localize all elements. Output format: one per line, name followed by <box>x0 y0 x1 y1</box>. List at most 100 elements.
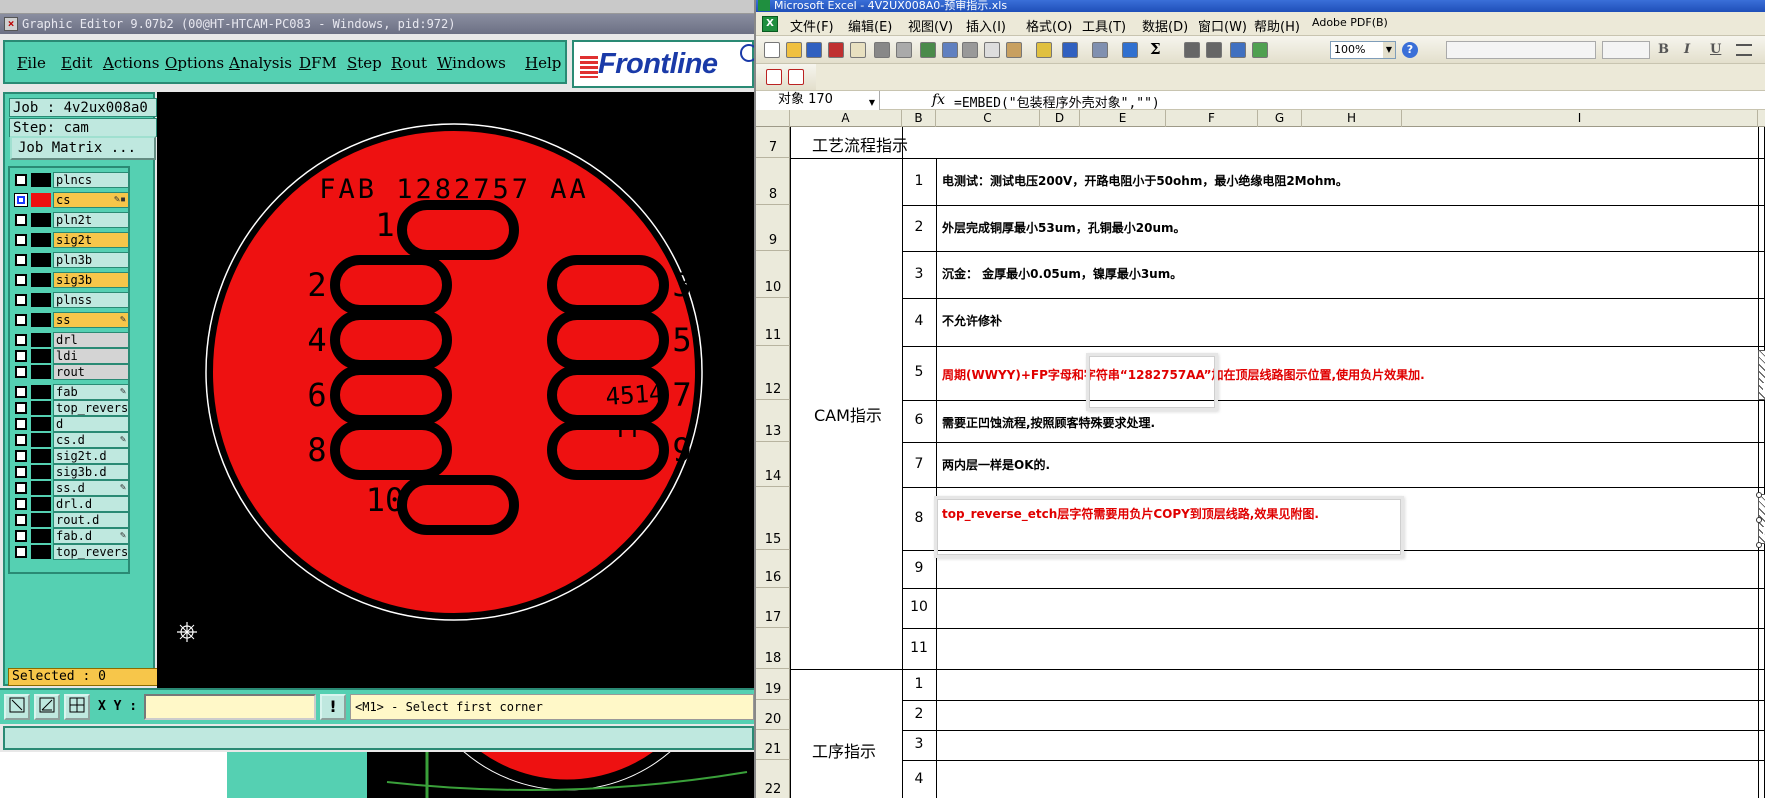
layer-checkbox[interactable] <box>15 254 27 266</box>
excel-menu-window[interactable]: 窗口(W) <box>1198 16 1247 35</box>
layer-checkbox[interactable] <box>15 174 27 186</box>
layer-name[interactable]: rout.d <box>53 512 129 528</box>
layer-name[interactable]: top_reverse_ <box>53 400 129 416</box>
row-header[interactable]: 15 <box>756 487 790 550</box>
layer-checkbox[interactable] <box>15 466 27 478</box>
layer-name[interactable]: sig2t.d <box>53 448 129 464</box>
cam-item-text[interactable]: 电测试：测试电压200V，开路电阻小于50ohm，最小绝缘电阻2Mohm。 <box>942 172 1348 189</box>
excel-menu-file[interactable]: 文件(F) <box>790 16 834 35</box>
layer-row[interactable]: plncs <box>13 172 129 188</box>
layer-checkbox[interactable] <box>15 418 27 430</box>
section-header-process-flow[interactable]: 工艺流程指示 <box>812 132 908 156</box>
excel-menu-edit[interactable]: 编辑(E) <box>848 16 892 35</box>
layer-row[interactable]: plnss <box>13 292 129 308</box>
pad-6[interactable] <box>330 365 452 425</box>
menu-help[interactable]: Help <box>525 54 561 72</box>
row-header[interactable]: 7 <box>756 127 790 158</box>
permission-icon[interactable] <box>828 42 844 58</box>
open-icon[interactable] <box>786 42 802 58</box>
layer-checkbox[interactable] <box>15 334 27 346</box>
layer-checkbox[interactable] <box>15 546 27 558</box>
layer-name[interactable]: pln2t <box>53 212 129 228</box>
section-label-cam[interactable]: CAM指示 <box>814 402 882 426</box>
layer-row[interactable]: sig2t.d <box>13 448 129 464</box>
row-header[interactable]: 22 <box>756 760 790 798</box>
cam-item-text[interactable]: 不允许修补 <box>942 312 1002 329</box>
zoom-select[interactable]: 100% ▼ <box>1330 41 1396 59</box>
autosum-icon[interactable]: Σ <box>1150 40 1166 58</box>
layer-row[interactable]: top_reverse_ <box>13 544 129 560</box>
excel-menu-help[interactable]: 帮助(H) <box>1254 16 1300 35</box>
research-icon[interactable] <box>942 42 958 58</box>
layer-checkbox[interactable] <box>15 514 27 526</box>
excel-menu-pdf[interactable]: Adobe PDF(B) <box>1312 16 1388 29</box>
layer-name[interactable]: sig3b <box>53 272 129 288</box>
row-header[interactable]: 8 <box>756 158 790 205</box>
layer-checkbox[interactable] <box>15 274 27 286</box>
menu-options[interactable]: Options <box>165 54 224 72</box>
cam-item-text[interactable]: 沉金： 金厚最小0.05um，镍厚最小3um。 <box>942 265 1182 282</box>
layer-name[interactable]: pln3b <box>53 252 129 268</box>
paste-icon[interactable] <box>1006 42 1022 58</box>
layer-name[interactable]: ss.d ✎ <box>53 480 129 496</box>
underline-icon[interactable]: U <box>1710 42 1721 57</box>
row-header[interactable]: 9 <box>756 205 790 251</box>
snap-grid-button[interactable] <box>64 694 90 720</box>
layer-row[interactable]: top_reverse_ <box>13 400 129 416</box>
menu-actions[interactable]: Actions <box>103 54 159 72</box>
copy-icon[interactable] <box>984 42 1000 58</box>
layer-row[interactable]: d <box>13 416 129 432</box>
excel-menu-data[interactable]: 数据(D) <box>1142 16 1188 35</box>
row-header[interactable]: 13 <box>756 400 790 442</box>
layer-checkbox[interactable] <box>15 366 27 378</box>
menu-rout[interactable]: Rout <box>391 54 427 72</box>
email-icon[interactable] <box>850 42 866 58</box>
layer-row[interactable]: drl.d <box>13 496 129 512</box>
cam-item-text[interactable]: 需要正凹蚀流程,按照顾客特殊要求处理. <box>942 414 1155 431</box>
row-header[interactable]: 16 <box>756 550 790 588</box>
layer-row[interactable]: sig3b <box>13 272 129 288</box>
layer-row[interactable]: drl <box>13 332 129 348</box>
cam-item-number[interactable]: 11 <box>902 640 936 656</box>
cam-item-number[interactable]: 5 <box>902 364 936 380</box>
layer-checkbox[interactable] <box>15 350 27 362</box>
row-header[interactable]: 11 <box>756 298 790 346</box>
cam-item-number[interactable]: 3 <box>902 266 936 282</box>
layer-checkbox[interactable] <box>15 386 27 398</box>
row-header[interactable]: 18 <box>756 628 790 669</box>
pdf-mail-icon[interactable] <box>788 69 804 85</box>
pad-1[interactable] <box>397 200 519 260</box>
layer-name[interactable]: ss ✎ <box>53 312 129 328</box>
cam-item-number[interactable]: 7 <box>902 456 936 472</box>
row-header[interactable]: 17 <box>756 588 790 628</box>
layer-row[interactable]: rout.d <box>13 512 129 528</box>
cut-icon[interactable] <box>962 42 978 58</box>
layer-name[interactable]: fab.d ✎ <box>53 528 129 544</box>
layer-row[interactable]: cs ✎▪ <box>13 192 129 208</box>
layer-checkbox[interactable] <box>15 498 27 510</box>
menu-dfm[interactable]: DFM <box>299 54 337 72</box>
layer-row[interactable]: ldi <box>13 348 129 364</box>
excel-menu-view[interactable]: 视图(V) <box>908 16 953 35</box>
alert-button[interactable]: ! <box>320 694 346 720</box>
layer-name[interactable]: plnss <box>53 292 129 308</box>
column-header-f[interactable]: F <box>1166 110 1258 127</box>
layer-checkbox[interactable] <box>15 294 27 306</box>
new-icon[interactable] <box>764 42 780 58</box>
graphic-editor-titlebar[interactable]: × Graphic Editor 9.07b2 (00@HT-HTCAM-PC0… <box>0 14 754 34</box>
bold-icon[interactable]: B <box>1658 42 1669 57</box>
italic-icon[interactable]: I <box>1684 42 1690 57</box>
layer-row[interactable]: sig2t <box>13 232 129 248</box>
cam-item-number[interactable]: 8 <box>902 510 936 526</box>
layer-checkbox[interactable] <box>14 193 28 207</box>
column-header-a[interactable]: A <box>790 110 902 127</box>
pad-3[interactable] <box>547 255 669 315</box>
cam-item-text[interactable]: 两内层一样是OK的. <box>942 456 1050 473</box>
layer-name[interactable]: drl <box>53 332 129 348</box>
save-icon[interactable] <box>806 42 822 58</box>
row-header[interactable]: 21 <box>756 730 790 760</box>
spreadsheet-grid[interactable]: ABCDEFGHIJ 78910111213141516171819202122… <box>756 110 1765 798</box>
cam-item-number[interactable]: 1 <box>902 173 936 189</box>
layer-name[interactable]: plncs <box>53 172 129 188</box>
zoom-area-button[interactable] <box>4 694 30 720</box>
